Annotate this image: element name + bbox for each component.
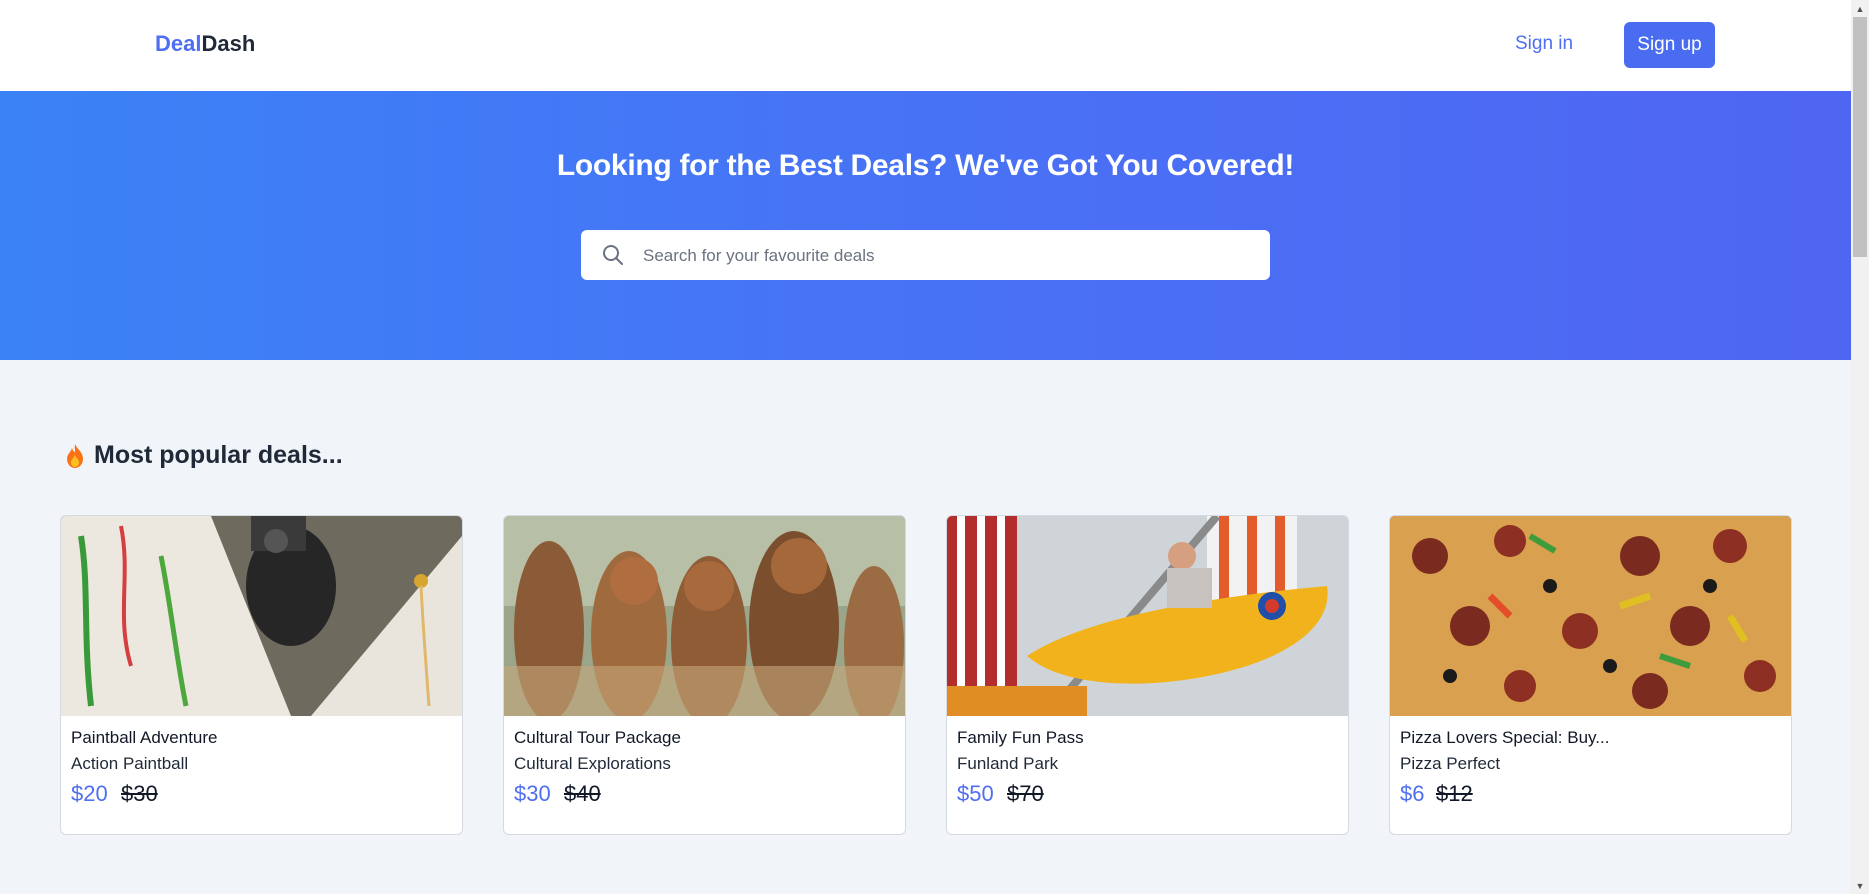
hero-title: Looking for the Best Deals? We've Got Yo…	[556, 149, 1295, 182]
deal-image-funland[interactable]	[947, 516, 1348, 716]
deal-price: $6	[1400, 781, 1425, 806]
deal-title: Cultural Tour Package	[514, 728, 681, 747]
scroll-up-arrow-icon[interactable]: ▲	[1851, 0, 1869, 17]
search-icon	[603, 245, 623, 265]
logo-dash: Dash	[201, 31, 256, 56]
deal-image-paintball[interactable]	[61, 516, 462, 716]
deal-card[interactable]: Paintball Adventure Action Paintball $20…	[60, 515, 463, 835]
hero-banner: Looking for the Best Deals? We've Got Yo…	[0, 91, 1851, 360]
deal-card[interactable]: Cultural Tour Package Cultural Explorati…	[503, 515, 906, 835]
logo-deal: Deal	[155, 31, 202, 56]
section-title-text: Most popular deals...	[94, 441, 343, 469]
deal-original-price: $12	[1436, 781, 1473, 806]
deal-original-price: $30	[121, 781, 158, 806]
deal-vendor: Cultural Explorations	[514, 754, 671, 773]
deal-card[interactable]: Pizza Lovers Special: Buy... Pizza Perfe…	[1389, 515, 1792, 835]
scrollbar-thumb[interactable]	[1853, 17, 1867, 257]
deal-title: Family Fun Pass	[957, 728, 1084, 747]
deal-original-price: $40	[564, 781, 601, 806]
deal-price: $20	[71, 781, 108, 806]
scroll-down-arrow-icon[interactable]: ▼	[1851, 877, 1869, 894]
logo[interactable]: DealDash	[155, 31, 255, 57]
deal-vendor: Funland Park	[957, 754, 1059, 773]
section-title: Most popular deals...	[64, 441, 343, 470]
sign-up-button[interactable]: Sign up	[1624, 22, 1715, 68]
deal-card[interactable]: Family Fun Pass Funland Park $50 $70	[946, 515, 1349, 835]
page: DealDash Sign in Sign up Looking for the…	[0, 0, 1851, 894]
deal-image-pizza[interactable]	[1390, 516, 1791, 716]
deal-image-cultural[interactable]	[504, 516, 905, 716]
header: DealDash Sign in Sign up	[0, 0, 1851, 91]
deal-vendor: Action Paintball	[71, 754, 189, 773]
deal-price: $50	[957, 781, 994, 806]
fire-icon	[67, 443, 83, 468]
search-box[interactable]	[581, 230, 1270, 282]
deal-price: $30	[514, 781, 551, 806]
deal-title: Paintball Adventure	[71, 728, 218, 747]
vertical-scrollbar[interactable]: ▲ ▼	[1851, 0, 1869, 894]
sign-in-link[interactable]: Sign in	[1515, 33, 1573, 55]
deal-vendor: Pizza Perfect	[1400, 754, 1501, 773]
deal-title: Pizza Lovers Special: Buy...	[1400, 728, 1610, 747]
deal-original-price: $70	[1007, 781, 1044, 806]
search-input[interactable]	[641, 230, 1255, 282]
